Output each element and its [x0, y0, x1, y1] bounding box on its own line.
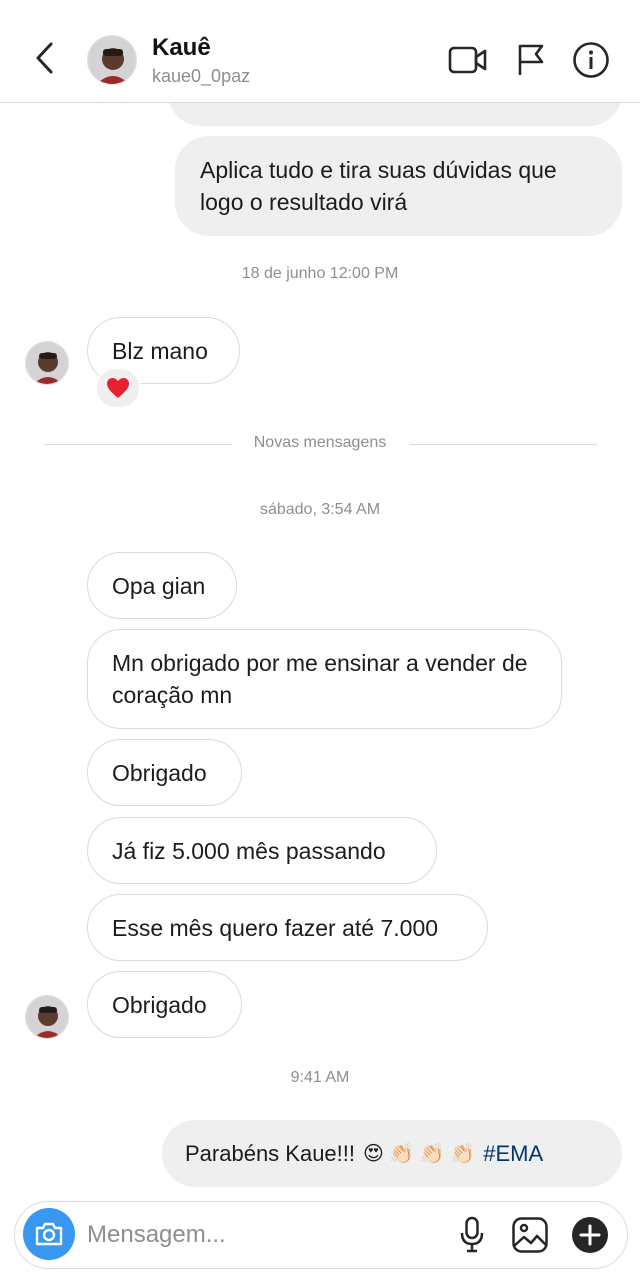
divider-line — [410, 444, 597, 445]
camera-button[interactable] — [23, 1208, 75, 1260]
message-bubble-incoming[interactable]: Já fiz 5.000 mês passando — [87, 817, 437, 884]
info-icon — [573, 42, 609, 78]
avatar[interactable] — [25, 341, 69, 385]
timestamp: sábado, 3:54 AM — [259, 501, 381, 518]
contact-name[interactable]: Kauê — [152, 34, 211, 62]
message-text: Aplica tudo e tira suas dúvidas que logo… — [200, 157, 557, 215]
gallery-button[interactable] — [509, 1214, 551, 1256]
message-bubble-incoming[interactable]: Mn obrigado por me ensinar a vender de c… — [87, 629, 562, 729]
message-composer — [14, 1201, 628, 1269]
timestamp: 18 de junho 12:00 PM — [241, 265, 399, 282]
message-text: Opa gian — [112, 572, 206, 599]
video-call-button[interactable] — [447, 39, 489, 81]
camera-icon — [35, 1222, 63, 1246]
new-messages-divider: Novas mensagens — [253, 434, 387, 451]
message-text: Já fiz 5.000 mês passando — [112, 837, 386, 864]
message-bubble-incoming[interactable]: Esse mês quero fazer até 7.000 — [87, 894, 488, 961]
message-input[interactable] — [87, 1214, 437, 1256]
reaction-badge[interactable] — [95, 367, 141, 409]
report-button[interactable] — [510, 39, 552, 81]
message-bubble-incoming[interactable]: Obrigado — [87, 739, 242, 806]
voice-message-button[interactable] — [451, 1214, 493, 1256]
image-icon — [512, 1217, 548, 1253]
message-text: Esse mês quero fazer até 7.000 — [112, 914, 439, 941]
message-bubble-incoming[interactable]: Obrigado — [87, 971, 242, 1038]
message-text: Parabéns Kaue!!! — [185, 1140, 356, 1166]
message-text: Obrigado — [112, 991, 207, 1018]
chevron-left-icon — [36, 42, 53, 74]
message-text: Blz mano — [112, 337, 208, 364]
heart-icon — [107, 378, 129, 398]
microphone-icon — [460, 1216, 484, 1253]
flag-icon — [518, 44, 544, 75]
message-text: Mn obrigado por me ensinar a vender de c… — [112, 650, 528, 708]
hashtag-link[interactable]: #EMA — [483, 1138, 543, 1170]
plus-circle-icon — [572, 1217, 608, 1253]
info-button[interactable] — [570, 39, 612, 81]
avatar[interactable] — [25, 995, 69, 1039]
message-bubble-outgoing[interactable]: Parabéns Kaue!!! 😍 👏🏻 👏🏻 👏🏻 #EMA — [162, 1120, 622, 1187]
conversation-header: Kauê kaue0_0paz — [0, 0, 640, 103]
back-button[interactable] — [26, 38, 62, 78]
avatar[interactable] — [87, 35, 137, 85]
message-bubble-outgoing[interactable]: Aplica tudo e tira suas dúvidas que logo… — [175, 136, 622, 236]
add-button[interactable] — [569, 1214, 611, 1256]
chat-thread: Aplica tudo e tira suas dúvidas que logo… — [0, 0, 640, 1280]
emoji-sequence: 😍 👏🏻 👏🏻 👏🏻 — [363, 1142, 476, 1165]
message-text: Obrigado — [112, 759, 207, 786]
video-camera-icon — [448, 46, 487, 74]
message-bubble-incoming[interactable]: Opa gian — [87, 552, 237, 619]
contact-username[interactable]: kaue0_0paz — [152, 66, 250, 87]
timestamp: 9:41 AM — [290, 1069, 350, 1086]
